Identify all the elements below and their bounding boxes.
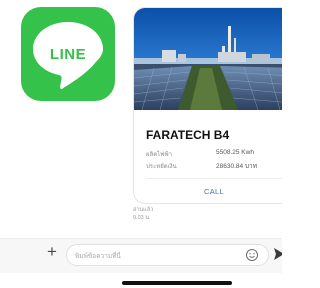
message-input-placeholder: พิมพ์ข้อความที่นี่ [75,253,121,260]
line-logo-text: LINE [49,46,87,63]
message-time: 9.03 น. [133,215,151,221]
message-input[interactable]: พิมพ์ข้อความที่นี่ [66,244,269,266]
savings-label: ประหยัดเงิน [146,164,177,170]
card-divider [146,178,282,179]
home-indicator [122,281,232,285]
solar-farm-image [134,8,282,110]
line-logo: LINE [21,7,115,101]
send-icon[interactable] [274,248,282,260]
card-title: FARATECH B4 [146,128,230,142]
read-status: อ่านแล้ว [133,207,154,213]
energy-label: ผลิตไฟฟ้า [146,152,172,158]
call-button[interactable]: CALL [134,184,282,200]
energy-value: 5508.25 Kwh [216,149,254,156]
emoji-icon[interactable] [245,248,259,262]
plus-button[interactable]: + [45,243,59,260]
message-card[interactable]: FARATECH B4 ผลิตไฟฟ้า 5508.25 Kwh ประหยั… [133,7,282,204]
savings-value: 28630.84 บาท [216,163,257,170]
chat-screen: LINE FARATECH B4 ผลิตไฟฟ้า 5508.25 Kwh ป… [0,0,282,288]
